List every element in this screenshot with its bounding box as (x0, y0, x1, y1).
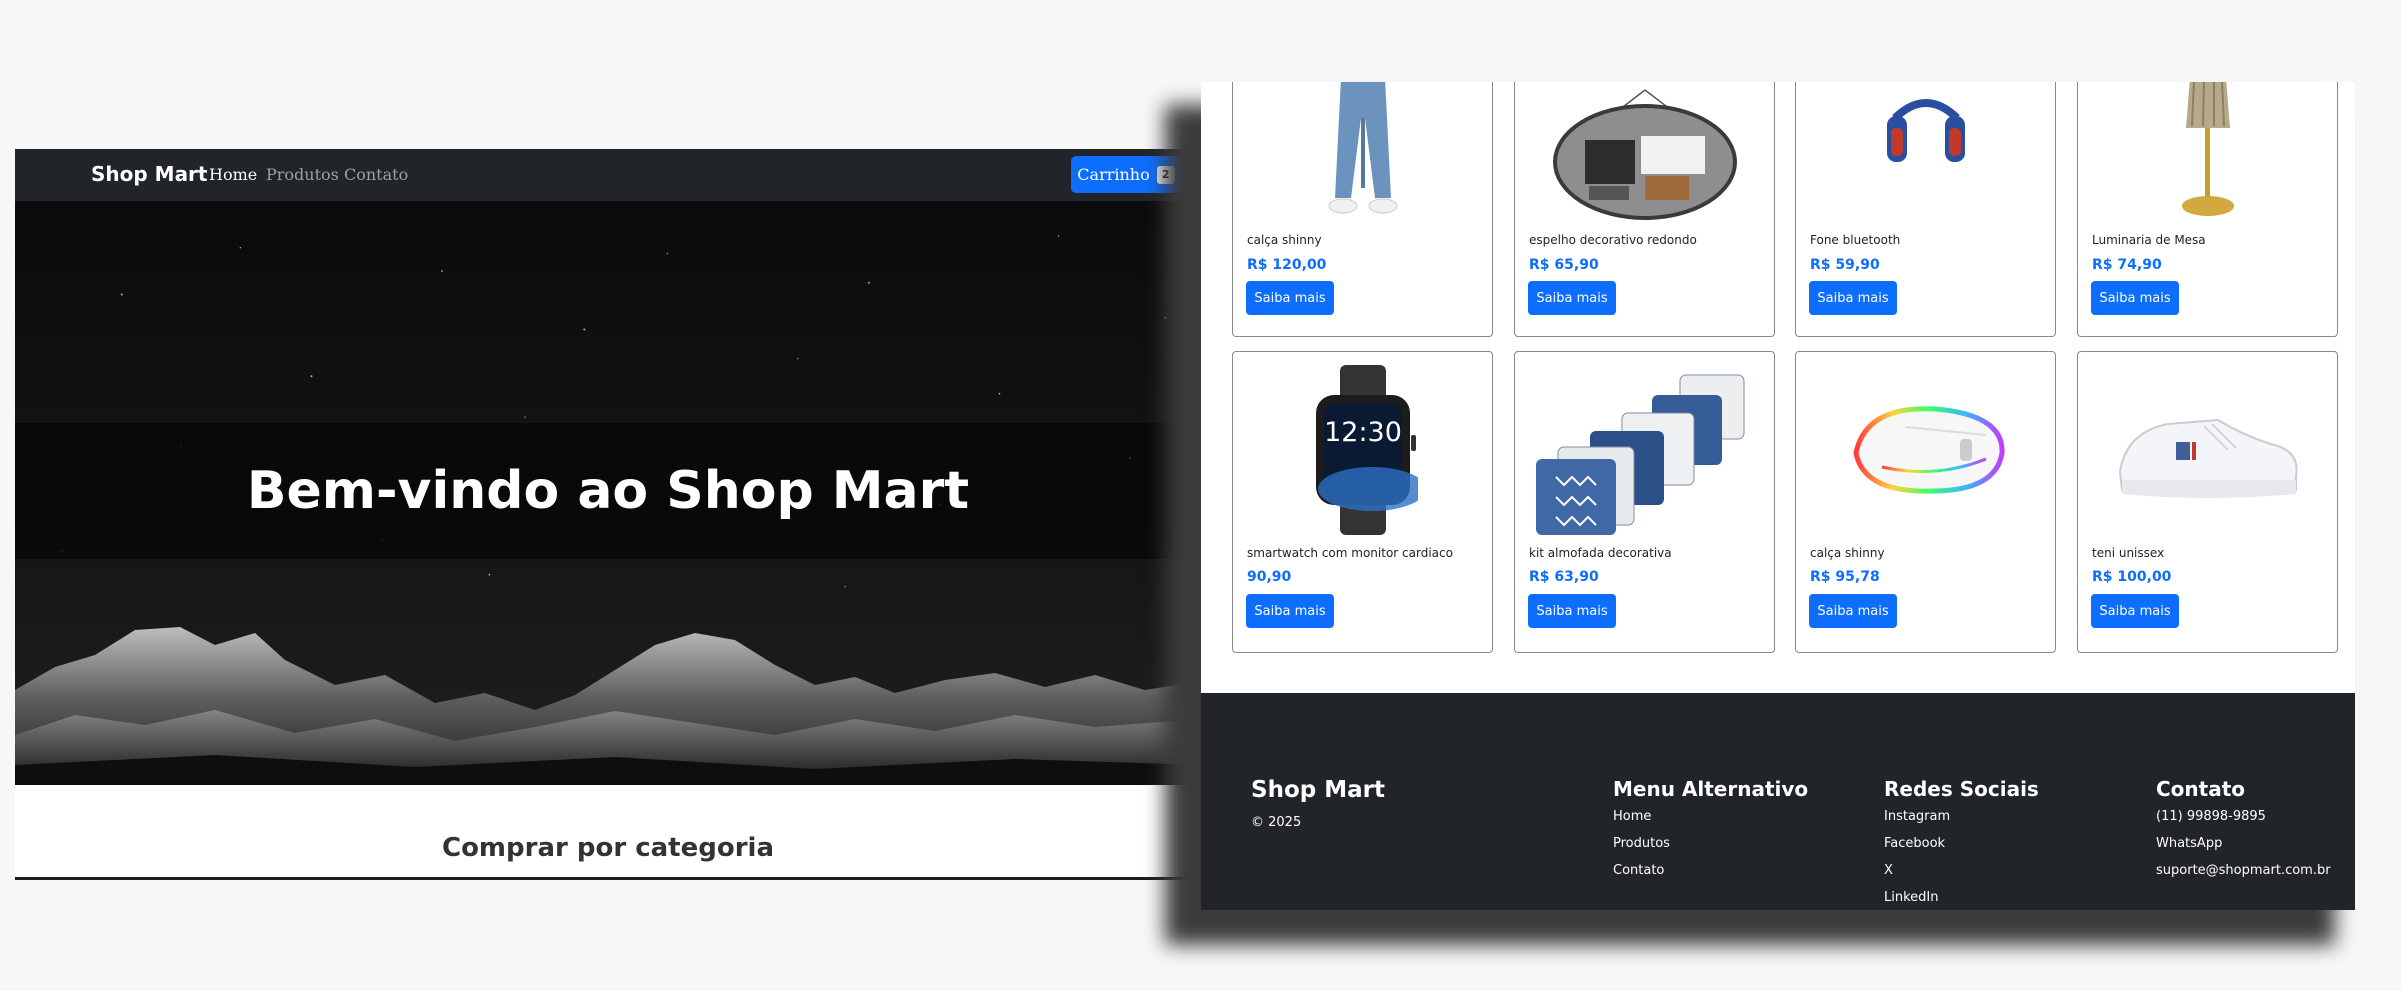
footer-social-column: Redes Sociais Instagram Facebook X Linke… (1884, 777, 2039, 910)
product-card: Luminaria de Mesa R$ 74,90 Saiba mais (2077, 82, 2338, 337)
products-screenshot: calça shinny R$ 120,00 Saiba mais espelh… (1201, 82, 2355, 910)
product-name: Luminaria de Mesa (2092, 233, 2206, 247)
footer-link-contato[interactable]: Contato (1613, 863, 1808, 890)
pillows-icon (1515, 358, 1774, 542)
product-card: teni unissex R$ 100,00 Saiba mais (2077, 351, 2338, 653)
hero-title: Bem-vindo ao Shop Mart (246, 461, 970, 521)
saiba-mais-button[interactable]: Saiba mais (1809, 594, 1897, 628)
product-price: R$ 74,90 (2092, 257, 2162, 273)
footer-contact-email[interactable]: suporte@shopmart.com.br (2156, 863, 2331, 890)
mouse-icon (1796, 358, 2055, 542)
product-card: Fone bluetooth R$ 59,90 Saiba mais (1795, 82, 2056, 337)
footer-contact-phone[interactable]: (11) 99898-9895 (2156, 809, 2331, 836)
saiba-mais-button[interactable]: Saiba mais (2091, 281, 2179, 315)
navbar: Shop Mart Home Produtos Contato Carrinho… (15, 149, 1201, 201)
nav-link-home[interactable]: Home (209, 165, 257, 184)
product-card: espelho decorativo redondo R$ 65,90 Saib… (1514, 82, 1775, 337)
footer-link-produtos[interactable]: Produtos (1613, 836, 1808, 863)
saiba-mais-button[interactable]: Saiba mais (1528, 281, 1616, 315)
saiba-mais-button[interactable]: Saiba mais (1246, 281, 1334, 315)
cart-label: Carrinho (1077, 165, 1150, 184)
jeans-icon (1233, 82, 1492, 233)
product-price: R$ 100,00 (2092, 569, 2172, 585)
footer-menu-column: Menu Alternativo Home Produtos Contato (1613, 777, 1808, 890)
footer-link-facebook[interactable]: Facebook (1884, 836, 2039, 863)
product-card: kit almofada decorativa R$ 63,90 Saiba m… (1514, 351, 1775, 653)
navbar-brand[interactable]: Shop Mart (91, 162, 207, 186)
mirror-icon (1515, 82, 1774, 233)
product-name: Fone bluetooth (1810, 233, 1901, 247)
footer-link-x[interactable]: X (1884, 863, 2039, 890)
product-price: R$ 120,00 (1247, 257, 1327, 273)
product-name: espelho decorativo redondo (1529, 233, 1697, 247)
product-price: R$ 65,90 (1529, 257, 1599, 273)
product-card: calça shinny R$ 120,00 Saiba mais (1232, 82, 1493, 337)
product-name: calça shinny (1810, 546, 1885, 560)
product-price: R$ 63,90 (1529, 569, 1599, 585)
product-name: smartwatch com monitor cardiaco (1247, 546, 1453, 560)
watch-time-text: 12:30 (1324, 417, 1402, 448)
footer-contact-whatsapp[interactable]: WhatsApp (2156, 836, 2331, 863)
headphones-icon (1796, 82, 2055, 233)
homepage-screenshot: Shop Mart Home Produtos Contato Carrinho… (15, 149, 1201, 880)
saiba-mais-button[interactable]: Saiba mais (1528, 594, 1616, 628)
saiba-mais-button[interactable]: Saiba mais (1246, 594, 1334, 628)
product-price: R$ 95,78 (1810, 569, 1880, 585)
product-name: calça shinny (1247, 233, 1322, 247)
saiba-mais-button[interactable]: Saiba mais (1809, 281, 1897, 315)
product-card: calça shinny R$ 95,78 Saiba mais (1795, 351, 2056, 653)
footer-brand: Shop Mart (1251, 777, 1385, 803)
footer: Shop Mart © 2025 Menu Alternativo Home P… (1201, 693, 2355, 910)
smartwatch-icon: 12:30 (1233, 358, 1492, 542)
product-name: teni unissex (2092, 546, 2165, 560)
product-price: 90,90 (1247, 569, 1292, 585)
footer-copyright: © 2025 (1251, 815, 1302, 830)
product-name: kit almofada decorativa (1529, 546, 1672, 560)
footer-contact-title: Contato (2156, 777, 2246, 801)
footer-link-linkedin[interactable]: LinkedIn (1884, 890, 2039, 910)
nav-link-contato[interactable]: Contato (344, 165, 408, 184)
product-card: 12:30 smartwatch com monitor cardiaco 90… (1232, 351, 1493, 653)
nav-link-produtos[interactable]: Produtos (266, 165, 339, 184)
lamp-icon (2078, 82, 2337, 233)
product-price: R$ 59,90 (1810, 257, 1880, 273)
sneaker-icon (2078, 358, 2337, 542)
saiba-mais-button[interactable]: Saiba mais (2091, 594, 2179, 628)
footer-contact-column: Contato (11) 99898-9895 WhatsApp suporte… (2156, 777, 2331, 890)
hero-banner: Bem-vindo ao Shop Mart (15, 201, 1201, 785)
hero-title-band: Bem-vindo ao Shop Mart (15, 423, 1201, 559)
footer-social-title: Redes Sociais (1884, 777, 2039, 801)
mountains-image (15, 627, 1201, 785)
footer-link-home[interactable]: Home (1613, 809, 1808, 836)
footer-link-instagram[interactable]: Instagram (1884, 809, 2039, 836)
footer-menu-title: Menu Alternativo (1613, 777, 1809, 801)
category-section-title: Comprar por categoria (441, 833, 774, 863)
